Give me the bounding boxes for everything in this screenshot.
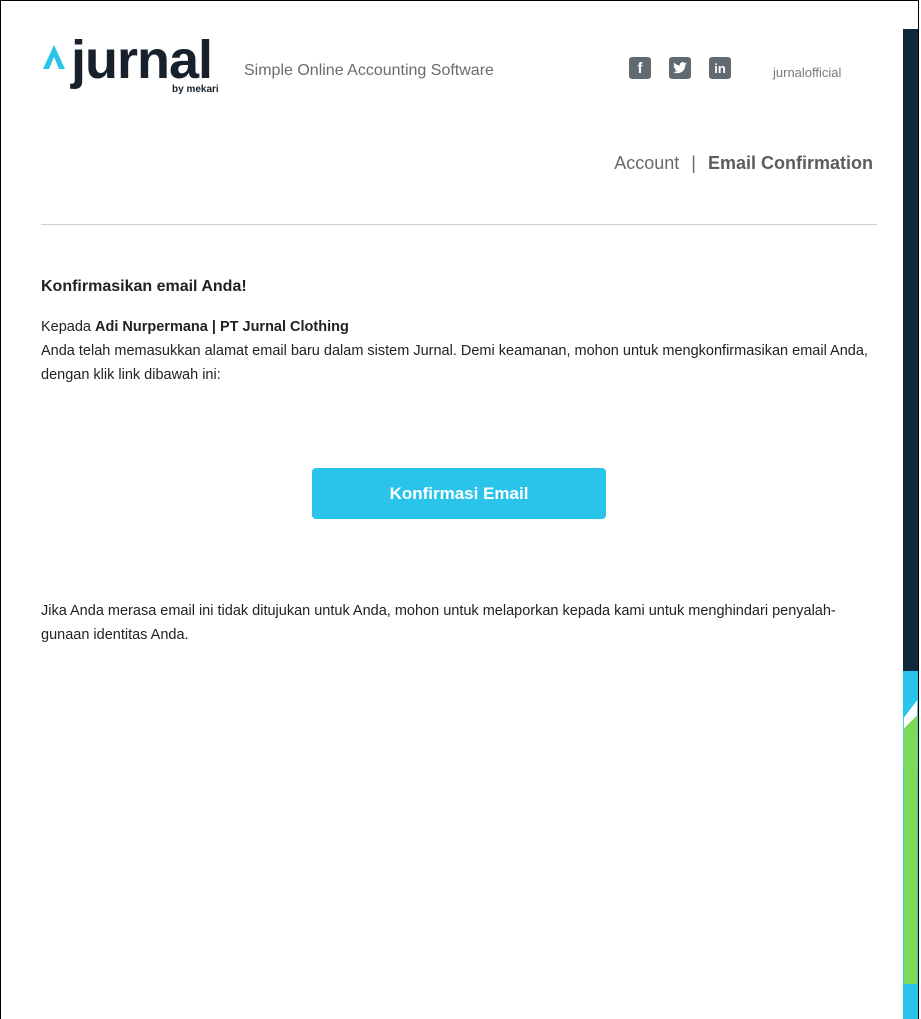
confirm-email-button[interactable]: Konfirmasi Email xyxy=(312,468,606,519)
breadcrumb: Account | Email Confirmation xyxy=(614,153,873,174)
social-handle[interactable]: jurnalofficial xyxy=(773,65,841,80)
email-content: Konfirmasikan email Anda! Kepada Adi Nur… xyxy=(41,278,871,387)
logo-wordmark: jurnal xyxy=(71,30,213,90)
logo-sub: by mekari xyxy=(172,84,219,95)
linkedin-icon[interactable]: in xyxy=(709,57,731,79)
email-footnote: Jika Anda merasa email ini tidak ditujuk… xyxy=(41,602,836,643)
side-strip-shape xyxy=(903,684,918,984)
breadcrumb-parent[interactable]: Account xyxy=(614,153,679,174)
breadcrumb-separator: | xyxy=(691,153,696,173)
facebook-icon[interactable]: f xyxy=(629,57,651,79)
recipient-name: Adi Nurpermana | PT Jurnal Clothing xyxy=(95,319,349,335)
twitter-icon[interactable] xyxy=(669,57,691,79)
email-frame: jurnal by mekari Simple Online Accountin… xyxy=(0,0,919,1019)
email-header: jurnal by mekari Simple Online Accountin… xyxy=(41,30,876,101)
email-heading: Konfirmasikan email Anda! xyxy=(41,278,247,295)
email-greeting: Kepada Adi Nurpermana | PT Jurnal Clothi… xyxy=(41,316,871,339)
email-body: Anda telah memasukkan alamat email baru … xyxy=(41,343,868,383)
greeting-prefix: Kepada xyxy=(41,319,91,335)
tagline: Simple Online Accounting Software xyxy=(244,62,494,79)
jurnal-logo: jurnal by mekari xyxy=(41,30,231,101)
jurnal-logo-caret-icon xyxy=(43,45,65,69)
breadcrumb-current: Email Confirmation xyxy=(707,153,873,173)
decorative-side-strip xyxy=(903,29,918,1019)
header-divider xyxy=(41,224,877,225)
